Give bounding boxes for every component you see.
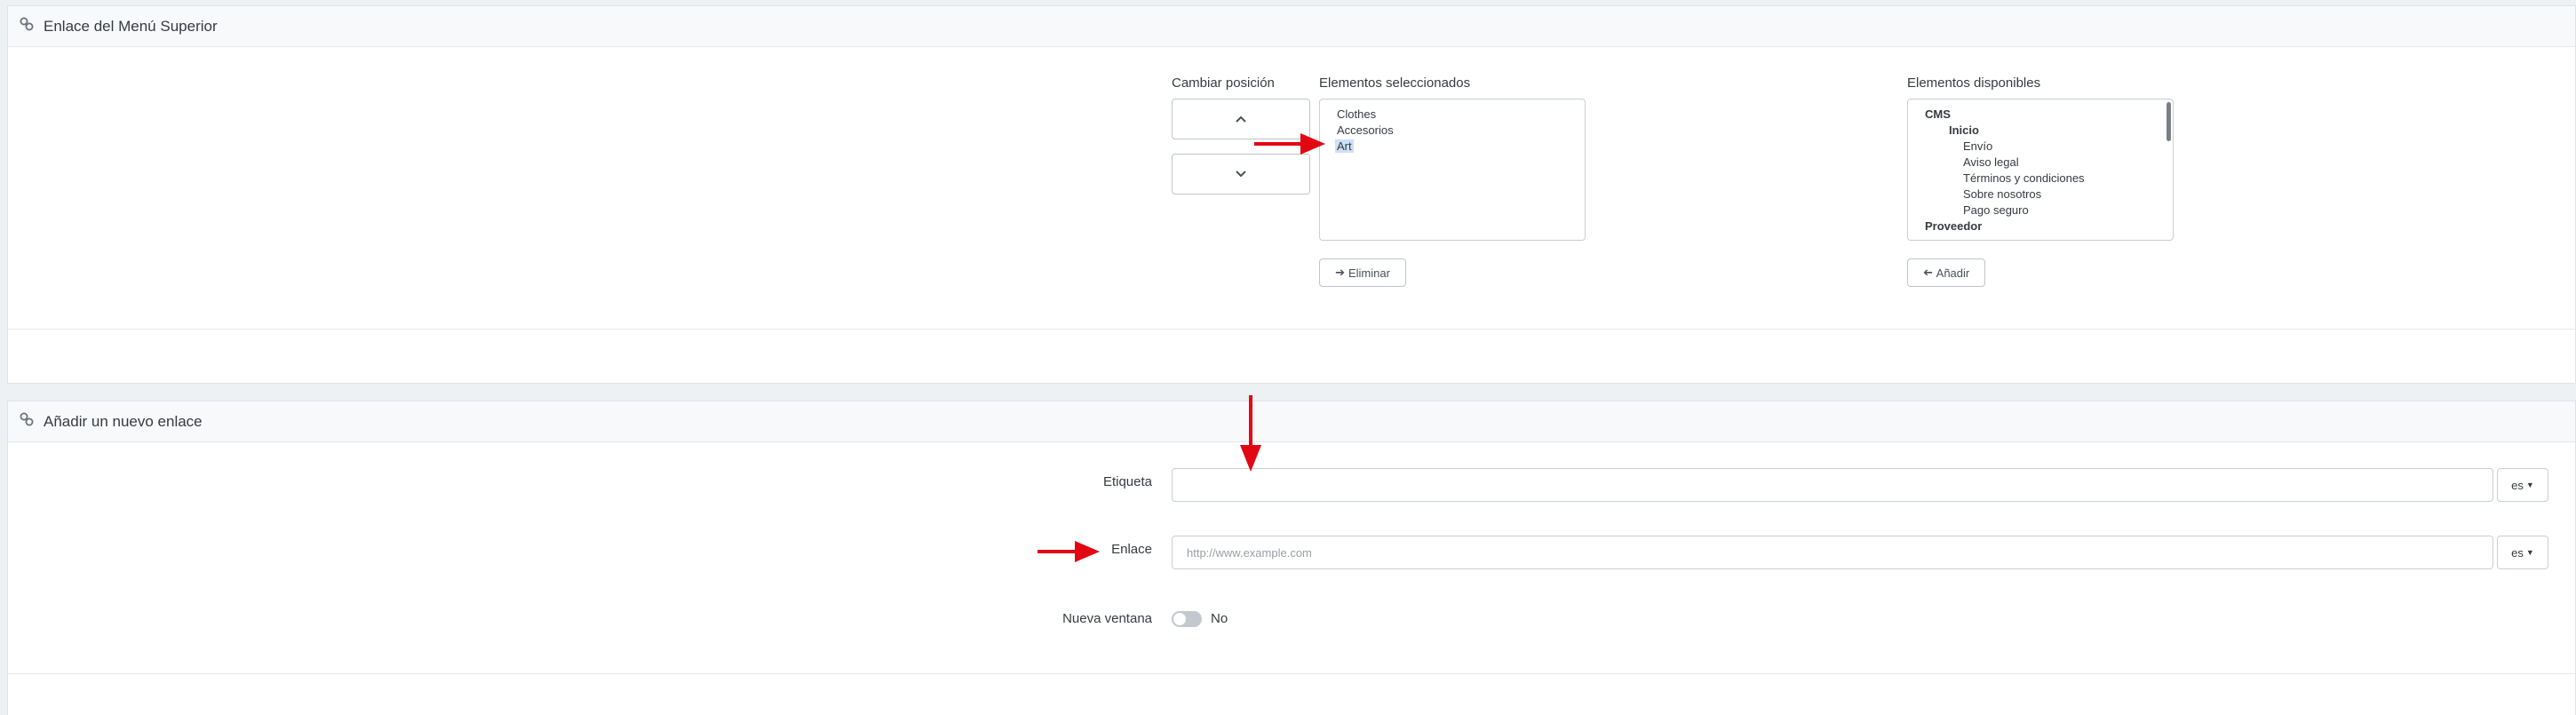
new-link-panel-title: Añadir un nuevo enlace [44,412,203,430]
available-item-terminos[interactable]: Términos y condiciones [1963,171,2085,185]
new-window-label: Nueva ventana [1062,611,1152,626]
label-language-dropdown[interactable]: es ▼ [2497,468,2548,502]
link-icon [19,16,35,36]
remove-button-label: Eliminar [1348,266,1390,280]
available-item-envio[interactable]: Envío [1963,139,1992,153]
label-field-label: Etiqueta [1102,474,1152,489]
chevron-down-icon [1236,171,1246,178]
listbox-scrollbar[interactable] [2167,102,2171,141]
menu-links-panel-header: Enlace del Menú Superior [8,6,2575,47]
remove-button[interactable]: ➔ Eliminar [1319,258,1406,287]
arrow-right-icon: ➔ [1335,266,1345,279]
new-window-value: No [1211,611,1228,626]
selected-items-label: Elementos seleccionados [1319,75,1471,91]
link-field-label: Enlace [1111,542,1152,557]
toggle-knob [1173,613,1186,625]
selected-item-art[interactable]: Art [1335,139,1354,153]
label-input[interactable] [1172,468,2493,502]
available-item-aviso-legal[interactable]: Aviso legal [1963,155,2019,169]
language-value: es [2511,545,2524,560]
annotation-arrow-right-icon [1038,541,1100,562]
available-item-sobre-nosotros[interactable]: Sobre nosotros [1963,187,2041,201]
caret-down-icon: ▼ [2525,548,2534,557]
move-down-button[interactable] [1172,154,1310,195]
available-item-pago-seguro[interactable]: Pago seguro [1963,203,2029,217]
link-language-dropdown[interactable]: es ▼ [2497,536,2548,569]
available-items-listbox[interactable]: CMS Inicio Envío Aviso legal Términos y … [1907,99,2174,241]
selected-item-clothes[interactable]: Clothes [1337,107,1376,121]
caret-down-icon: ▼ [2525,481,2534,489]
new-link-panel: Añadir un nuevo enlace Etiqueta es ▼ Enl… [7,401,2576,715]
new-window-toggle[interactable] [1172,611,1202,627]
annotation-arrow-right-icon [1254,133,1325,155]
link-input[interactable]: http://www.example.com [1172,536,2493,569]
new-link-panel-footer [8,673,2575,715]
selected-item-accesorios[interactable]: Accesorios [1337,123,1394,137]
available-item-proveedor[interactable]: Proveedor [1925,219,1982,233]
menu-links-panel-footer [8,329,2575,383]
chevron-up-icon [1236,115,1246,123]
add-button[interactable]: ➔ Añadir [1907,258,1985,287]
menu-links-panel-title: Enlace del Menú Superior [44,17,218,35]
arrow-left-icon: ➔ [1922,266,1933,279]
available-item-cms[interactable]: CMS [1925,107,1951,121]
available-item-inicio[interactable]: Inicio [1949,123,1979,137]
new-link-panel-header: Añadir un nuevo enlace [8,401,2575,442]
change-position-label: Cambiar posición [1172,75,1275,91]
selected-items-listbox[interactable]: Clothes Accesorios Art [1319,99,1586,241]
link-icon [19,411,35,432]
annotation-arrow-down-icon [1240,395,1261,472]
available-items-label: Elementos disponibles [1907,75,2041,91]
add-button-label: Añadir [1936,266,1970,280]
link-input-placeholder: http://www.example.com [1187,545,1312,560]
language-value: es [2511,478,2524,492]
menu-links-panel: Enlace del Menú Superior Cambiar posició… [7,5,2576,384]
